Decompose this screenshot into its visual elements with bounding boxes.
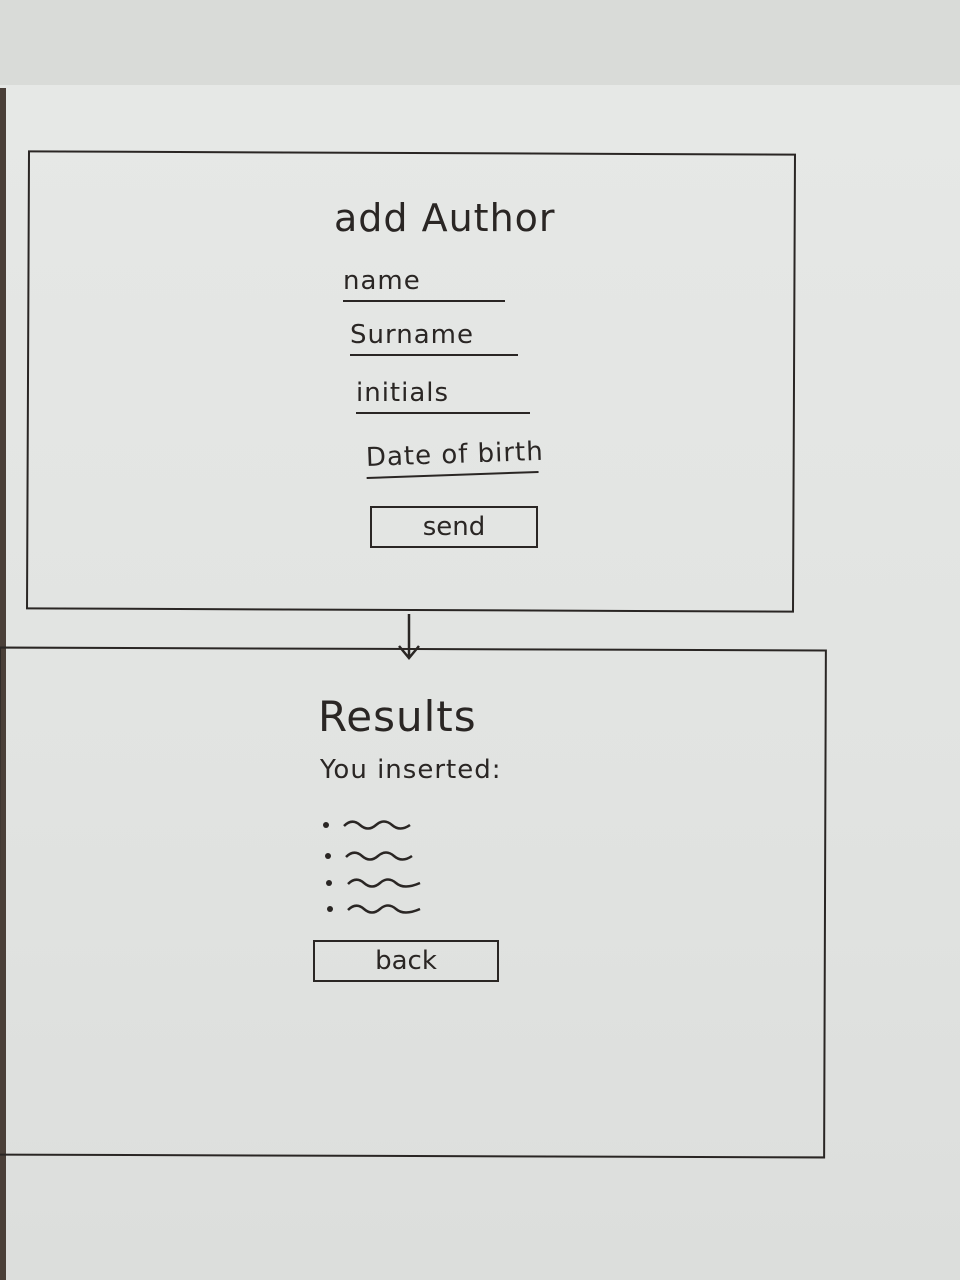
- initials-field[interactable]: initials: [356, 378, 530, 414]
- results-subtitle: You inserted:: [320, 755, 502, 785]
- list-item-placeholder: [347, 878, 421, 888]
- date-of-birth-field[interactable]: Date of birth: [365, 437, 544, 479]
- send-button[interactable]: send: [370, 506, 538, 548]
- results-title: Results: [318, 692, 477, 741]
- list-item-placeholder: [347, 904, 421, 914]
- page-title: add Author: [334, 196, 556, 240]
- list-bullet: [323, 822, 329, 828]
- list-bullet: [325, 853, 331, 859]
- name-field[interactable]: name: [343, 266, 505, 302]
- back-button[interactable]: back: [313, 940, 499, 982]
- list-item-placeholder: [343, 820, 411, 830]
- list-bullet: [327, 906, 333, 912]
- list-item-placeholder: [345, 851, 413, 861]
- list-bullet: [326, 880, 332, 886]
- surname-field[interactable]: Surname: [350, 320, 518, 356]
